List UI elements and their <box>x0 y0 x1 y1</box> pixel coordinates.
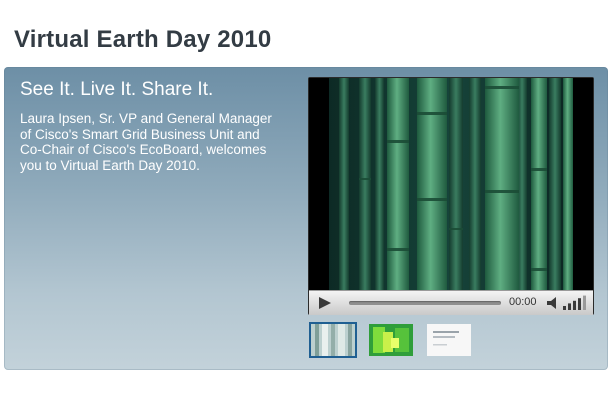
volume-bar <box>568 303 571 310</box>
player-controls: 00:00 <box>309 290 593 315</box>
volume-bar <box>583 295 586 310</box>
volume-level-bars[interactable] <box>562 295 588 311</box>
feature-tagline: See It. Live It. Share It. <box>20 79 214 100</box>
volume-bar <box>578 298 581 310</box>
feature-panel: See It. Live It. Share It. Laura Ipsen, … <box>4 67 608 370</box>
thumbnail-green-graphic[interactable] <box>367 322 415 358</box>
thumbnail-bamboo[interactable] <box>309 322 357 358</box>
volume-icon[interactable] <box>547 297 561 309</box>
page-title: Virtual Earth Day 2010 <box>14 26 272 53</box>
bamboo-video-image <box>309 78 593 290</box>
volume-bar <box>563 306 566 310</box>
video-frame[interactable] <box>309 78 593 290</box>
play-icon[interactable] <box>317 296 333 310</box>
video-player: 00:00 <box>308 77 594 315</box>
feature-description: Laura Ipsen, Sr. VP and General Manager … <box>20 111 272 173</box>
document-thumbnail-image <box>427 324 471 356</box>
bamboo-thumbnail-image <box>311 324 355 356</box>
seek-bar[interactable] <box>349 301 501 305</box>
green-graphic-thumbnail-image <box>369 324 413 356</box>
time-display: 00:00 <box>509 296 537 308</box>
volume-bar <box>573 300 576 310</box>
thumbnail-document[interactable] <box>425 322 473 358</box>
